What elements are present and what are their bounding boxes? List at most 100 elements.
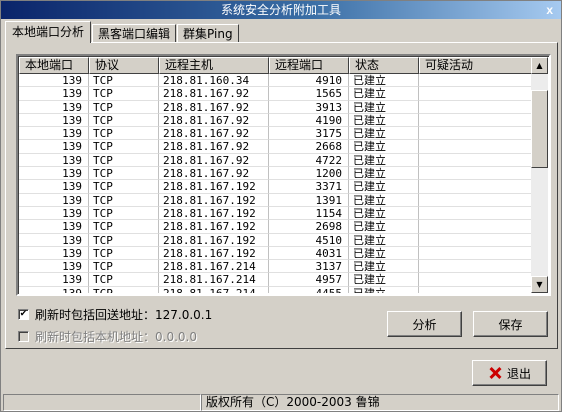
- cell-remote-host: 218.81.167.92: [159, 100, 269, 114]
- table-row[interactable]: 139 TCP 218.81.167.214 4957 已建立: [19, 273, 532, 287]
- cell-suspicious: [419, 233, 532, 247]
- cell-suspicious: [419, 220, 532, 234]
- cell-local-port: 139: [19, 180, 89, 194]
- exit-button[interactable]: 退出: [472, 360, 547, 386]
- cell-protocol: TCP: [89, 87, 159, 101]
- status-bar: 版权所有（C）2000-2003 鲁锦: [3, 394, 559, 411]
- table-row[interactable]: 139 TCP 218.81.167.92 3913 已建立: [19, 100, 532, 114]
- analyze-button[interactable]: 分析: [387, 311, 462, 337]
- cell-local-port: 139: [19, 220, 89, 234]
- cell-suspicious: [419, 180, 532, 194]
- cell-suspicious: [419, 87, 532, 101]
- cell-state: 已建立: [349, 220, 419, 234]
- cell-local-port: 139: [19, 273, 89, 287]
- cell-remote-host: 218.81.167.192: [159, 233, 269, 247]
- cell-suspicious: [419, 153, 532, 168]
- column-header-suspicious[interactable]: 可疑活动: [419, 57, 532, 74]
- local-address-label: 刷新时包括本机地址：0.0.0.0: [35, 330, 197, 344]
- cell-local-port: 139: [19, 206, 89, 221]
- cell-suspicious: [419, 113, 532, 128]
- cell-remote-port: 2698: [269, 220, 349, 234]
- table-row[interactable]: 139 TCP 218.81.167.92 1565 已建立: [19, 87, 532, 101]
- cell-protocol: TCP: [89, 233, 159, 247]
- app-window: 系统安全分析附加工具 x 本地端口分析 黑客端口编辑 群集Ping 本地端口 协…: [0, 0, 562, 412]
- cell-protocol: TCP: [89, 180, 159, 194]
- column-header-protocol[interactable]: 协议: [89, 57, 159, 74]
- cell-suspicious: [419, 260, 532, 274]
- close-icon[interactable]: x: [546, 2, 553, 18]
- cell-suspicious: [419, 286, 532, 293]
- cell-remote-port: 4957: [269, 273, 349, 287]
- cell-remote-port: 4190: [269, 113, 349, 128]
- table-body: 139 TCP 218.81.160.34 4910 已建立 139 TCP 218.81.1…: [19, 74, 532, 293]
- cell-state: 已建立: [349, 193, 419, 207]
- cell-local-port: 139: [19, 153, 89, 168]
- local-address-checkbox: [18, 331, 29, 342]
- cell-suspicious: [419, 167, 532, 181]
- cell-remote-port: 1200: [269, 167, 349, 181]
- cell-remote-port: 4722: [269, 153, 349, 168]
- cell-remote-host: 218.81.167.92: [159, 113, 269, 128]
- scroll-thumb[interactable]: [531, 90, 548, 168]
- cell-state: 已建立: [349, 260, 419, 274]
- table-row[interactable]: 139 TCP 218.81.167.192 2698 已建立: [19, 220, 532, 234]
- table-row[interactable]: 139 TCP 218.81.167.192 1154 已建立: [19, 206, 532, 221]
- cell-protocol: TCP: [89, 167, 159, 181]
- tab-panel: 本地端口 协议 远程主机 远程端口 状态 可疑活动 139 TCP 218.81.1…: [5, 42, 558, 349]
- table-row[interactable]: 139 TCP 218.81.160.34 4910 已建立: [19, 74, 532, 88]
- cell-remote-host: 218.81.167.214: [159, 260, 269, 274]
- cell-suspicious: [419, 206, 532, 221]
- column-header-local-port[interactable]: 本地端口: [19, 57, 89, 74]
- cell-remote-host: 218.81.160.34: [159, 74, 269, 88]
- cell-remote-host: 218.81.167.192: [159, 220, 269, 234]
- table-row[interactable]: 139 TCP 218.81.167.92 4190 已建立: [19, 113, 532, 128]
- column-header-remote-host[interactable]: 远程主机: [159, 57, 269, 74]
- copyright-text: 版权所有（C）2000-2003 鲁锦: [201, 394, 559, 411]
- cell-local-port: 139: [19, 233, 89, 247]
- status-pane-left: [3, 394, 201, 411]
- cell-local-port: 139: [19, 260, 89, 274]
- scroll-up-icon[interactable]: ▲: [531, 57, 548, 74]
- cell-remote-port: 3913: [269, 100, 349, 114]
- title-bar[interactable]: 系统安全分析附加工具 x: [1, 1, 561, 19]
- vertical-scrollbar[interactable]: ▲ ▼: [531, 57, 548, 293]
- table-row[interactable]: 139 TCP 218.81.167.192 1391 已建立: [19, 193, 532, 207]
- table-row[interactable]: 139 TCP 218.81.167.192 3371 已建立: [19, 180, 532, 194]
- column-header-state[interactable]: 状态: [349, 57, 419, 74]
- cell-remote-host: 218.81.167.92: [159, 127, 269, 141]
- cell-protocol: TCP: [89, 286, 159, 293]
- connections-table[interactable]: 本地端口 协议 远程主机 远程端口 状态 可疑活动 139 TCP 218.81.1…: [16, 54, 551, 296]
- cell-suspicious: [419, 127, 532, 141]
- table-row[interactable]: 139 TCP 218.81.167.192 4510 已建立: [19, 233, 532, 247]
- cell-protocol: TCP: [89, 193, 159, 207]
- table-row[interactable]: 139 TCP 218.81.167.92 4722 已建立: [19, 153, 532, 168]
- table-row[interactable]: 139 TCP 218.81.167.214 3137 已建立: [19, 260, 532, 274]
- cell-remote-port: 1565: [269, 87, 349, 101]
- cell-state: 已建立: [349, 100, 419, 114]
- table-row[interactable]: 139 TCP 218.81.167.92 1200 已建立: [19, 167, 532, 181]
- option-loopback[interactable]: ✔ 刷新时包括回送地址：127.0.0.1: [18, 306, 212, 323]
- cell-local-port: 139: [19, 246, 89, 261]
- save-button[interactable]: 保存: [473, 311, 548, 337]
- table-row[interactable]: 139 TCP 218.81.167.192 4031 已建立: [19, 246, 532, 261]
- loopback-checkbox[interactable]: ✔: [18, 309, 29, 320]
- cell-remote-host: 218.81.167.192: [159, 246, 269, 261]
- column-header-remote-port[interactable]: 远程端口: [269, 57, 349, 74]
- cell-remote-host: 218.81.167.214: [159, 286, 269, 293]
- cell-remote-host: 218.81.167.92: [159, 87, 269, 101]
- cell-remote-host: 218.81.167.192: [159, 206, 269, 221]
- table-row[interactable]: 139TCP218.81.167.2144455已建立: [19, 286, 532, 293]
- tab-group-ping[interactable]: 群集Ping: [177, 24, 239, 43]
- table-row[interactable]: 139 TCP 218.81.167.92 3175 已建立: [19, 127, 532, 141]
- option-local-address: 刷新时包括本机地址：0.0.0.0: [18, 328, 197, 345]
- tab-hacker-port-edit[interactable]: 黑客端口编辑: [92, 24, 177, 43]
- cell-remote-port: 1391: [269, 193, 349, 207]
- tab-local-port-analysis[interactable]: 本地端口分析: [5, 21, 92, 43]
- cell-remote-port: 2668: [269, 140, 349, 154]
- table-row[interactable]: 139 TCP 218.81.167.92 2668 已建立: [19, 140, 532, 154]
- cell-state: 已建立: [349, 127, 419, 141]
- loopback-label[interactable]: 刷新时包括回送地址：127.0.0.1: [35, 306, 212, 323]
- cell-state: 已建立: [349, 74, 419, 88]
- cell-suspicious: [419, 100, 532, 114]
- scroll-down-icon[interactable]: ▼: [531, 276, 548, 293]
